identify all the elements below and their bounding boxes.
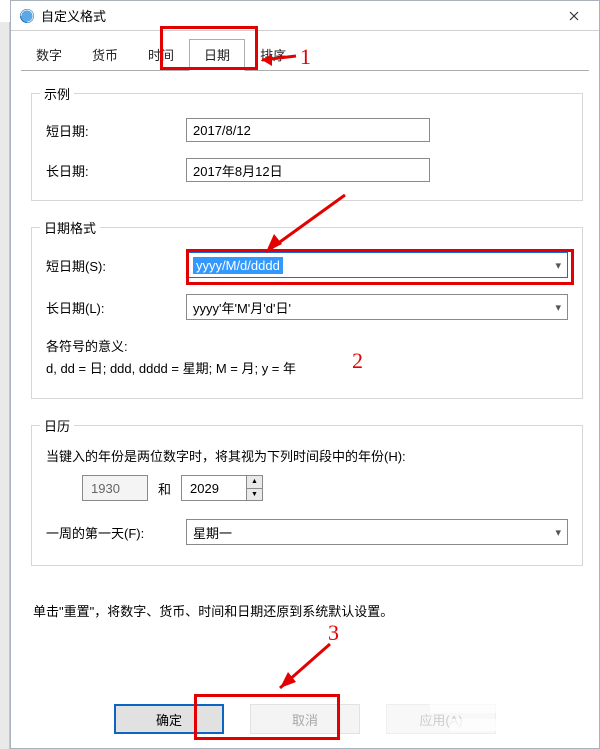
- symbols-meaning: 各符号的意义: d, dd = 日; ddd, dddd = 星期; M = 月…: [46, 336, 568, 380]
- stepper-down-icon[interactable]: ▼: [247, 489, 262, 501]
- short-date-format-combo[interactable]: yyyy/M/d/dddd ▾: [186, 252, 568, 278]
- tab-bar: 数字 货币 时间 日期 排序: [11, 31, 599, 70]
- calendar-group: 日历 当键入的年份是两位数字时，将其视为下列时间段中的年份(H): 1930 和…: [31, 425, 583, 566]
- title-bar: 自定义格式: [11, 1, 599, 31]
- calendar-group-label: 日历: [40, 416, 74, 435]
- tab-number[interactable]: 数字: [21, 39, 77, 70]
- short-date-format-value: yyyy/M/d/dddd: [193, 257, 283, 274]
- title-text: 自定义格式: [41, 6, 551, 25]
- tab-time[interactable]: 时间: [133, 39, 189, 70]
- short-date-example-text: 2017/8/12: [193, 123, 251, 138]
- example-group: 示例 短日期: 2017/8/12 长日期: 2017年8月12日: [31, 93, 583, 201]
- long-date-format-combo[interactable]: yyyy'年'M'月'd'日' ▾: [186, 294, 568, 320]
- short-date-format-label: 短日期(S):: [46, 256, 186, 275]
- close-icon: [569, 11, 579, 21]
- long-date-example-value: 2017年8月12日: [186, 158, 430, 182]
- apply-button[interactable]: 应用(A): [386, 704, 496, 734]
- chevron-down-icon: ▾: [555, 301, 561, 314]
- custom-format-dialog: 自定义格式 数字 货币 时间 日期 排序 示例 短日期: 2017/8/12 长…: [10, 0, 600, 749]
- date-format-group: 日期格式 短日期(S): yyyy/M/d/dddd ▾ 长日期(L): yyy…: [31, 227, 583, 399]
- long-date-format-label: 长日期(L):: [46, 298, 186, 317]
- apply-button-label: 应用(A): [419, 710, 462, 729]
- first-day-value: 星期一: [193, 523, 232, 542]
- date-format-group-label: 日期格式: [40, 218, 100, 237]
- two-digit-year-hint: 当键入的年份是两位数字时，将其视为下列时间段中的年份(H):: [46, 446, 568, 465]
- year-from-field: 1930: [82, 475, 148, 501]
- dialog-button-bar: 确定 取消 应用(A): [11, 698, 599, 748]
- long-date-example-label: 长日期:: [46, 161, 186, 180]
- first-day-combo[interactable]: 星期一 ▾: [186, 519, 568, 545]
- long-date-format-value: yyyy'年'M'月'd'日': [193, 298, 291, 317]
- year-from-value: 1930: [83, 476, 147, 500]
- year-to-stepper[interactable]: 2029 ▲ ▼: [181, 475, 263, 501]
- app-icon: [19, 8, 35, 24]
- first-day-label: 一周的第一天(F):: [46, 523, 186, 542]
- reset-hint: 单击"重置"，将数字、货币、时间和日期还原到系统默认设置。: [33, 602, 581, 623]
- short-date-example-label: 短日期:: [46, 121, 186, 140]
- example-group-label: 示例: [40, 84, 74, 103]
- year-to-value: 2029: [182, 476, 246, 500]
- adjacent-left-panel: [0, 22, 10, 749]
- symbols-meaning-label: 各符号的意义:: [46, 336, 568, 358]
- tab-sort[interactable]: 排序: [245, 39, 301, 70]
- cancel-button-label: 取消: [292, 710, 318, 729]
- year-and-label: 和: [158, 479, 171, 498]
- symbols-meaning-text: d, dd = 日; ddd, dddd = 星期; M = 月; y = 年: [46, 358, 568, 380]
- tab-currency[interactable]: 货币: [77, 39, 133, 70]
- close-button[interactable]: [551, 1, 597, 31]
- ok-button[interactable]: 确定: [114, 704, 224, 734]
- tab-panel-date: 示例 短日期: 2017/8/12 长日期: 2017年8月12日 日期格式 短…: [11, 71, 599, 698]
- ok-button-label: 确定: [156, 710, 182, 729]
- short-date-example-value: 2017/8/12: [186, 118, 430, 142]
- tab-date[interactable]: 日期: [189, 39, 245, 71]
- chevron-down-icon: ▾: [555, 526, 561, 539]
- long-date-example-text: 2017年8月12日: [193, 161, 283, 180]
- stepper-up-icon[interactable]: ▲: [247, 476, 262, 489]
- chevron-down-icon: ▾: [555, 259, 561, 272]
- tab-content-divider: [21, 70, 589, 71]
- cancel-button[interactable]: 取消: [250, 704, 360, 734]
